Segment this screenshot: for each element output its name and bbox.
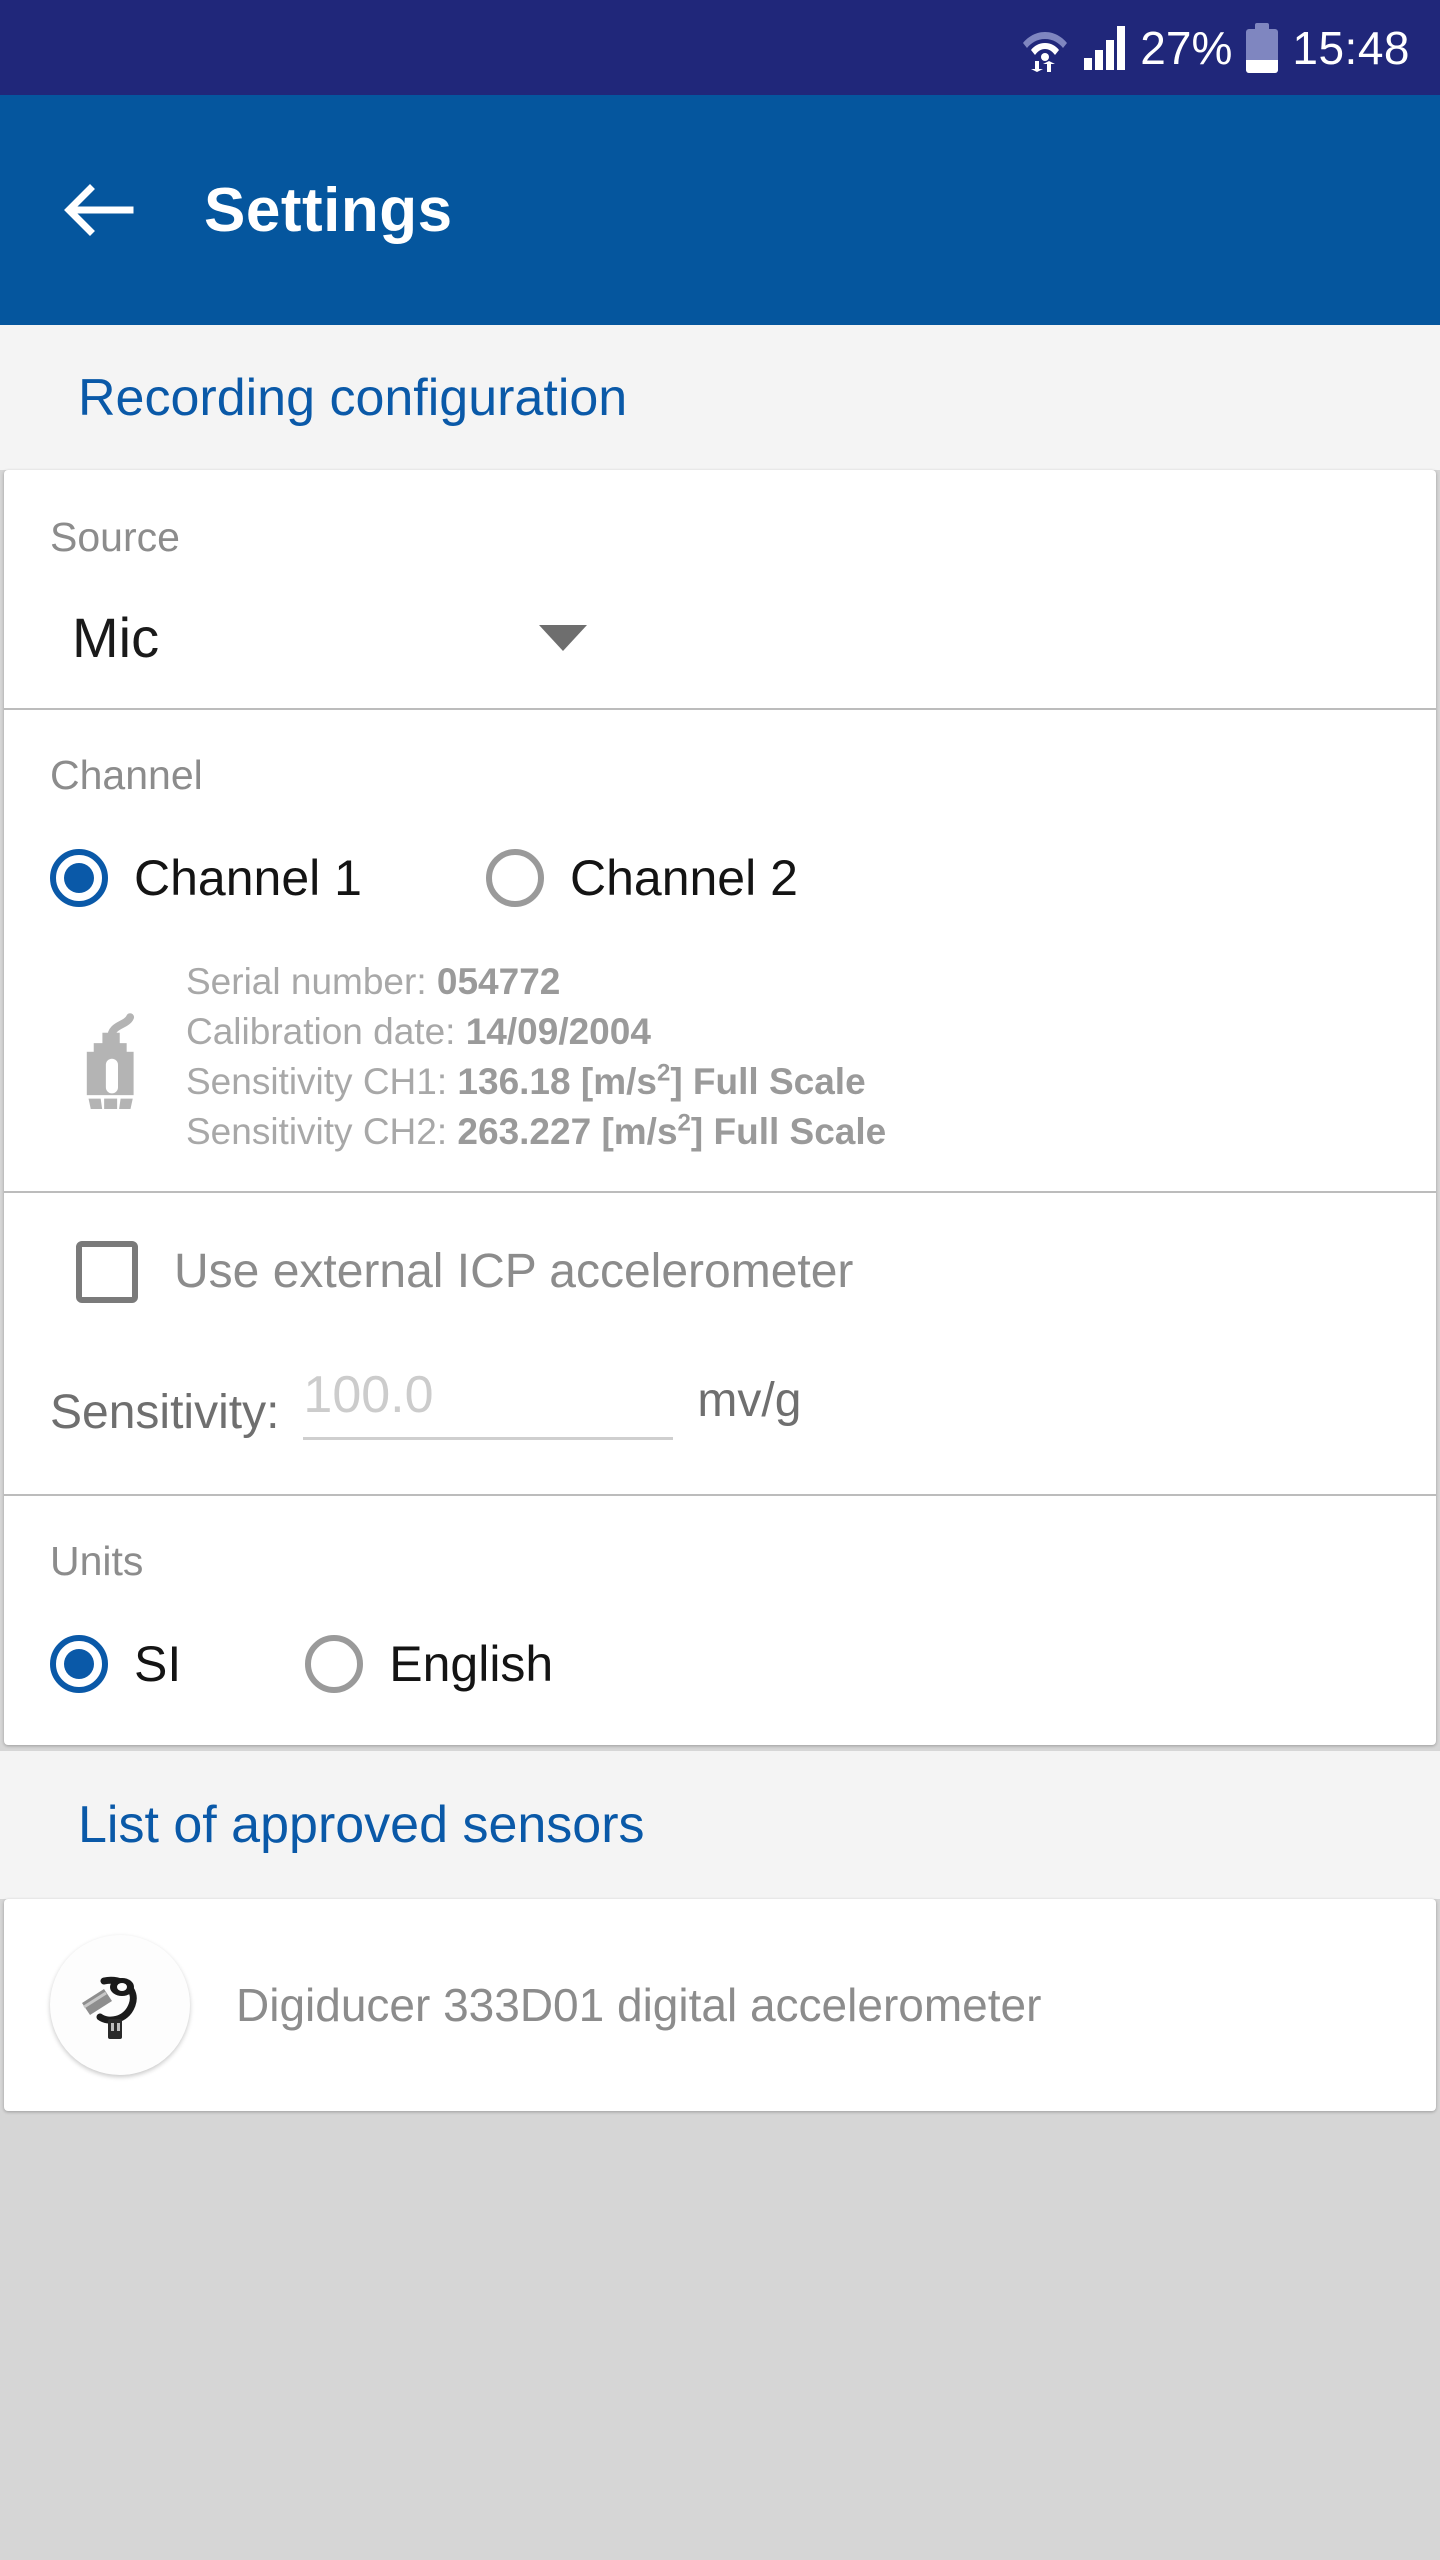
sensitivity-label: Sensitivity: [50,1385,280,1439]
sensitivity-ch1-label: Sensitivity CH1: [186,1060,448,1102]
sensor-name-label: Digiducer 333D01 digital accelerometer [236,1978,1042,2031]
sensor-info-block: Serial number: 054772 Calibration date: … [4,943,1436,1191]
radio-label: Channel 2 [569,850,798,906]
radio-label: Channel 1 [134,850,362,906]
calibration-date-value: 14/09/2004 [465,1010,651,1052]
approved-sensors-header: List of approved sensors [0,1750,1440,1899]
sensitivity-unit-label: mv/g [697,1373,802,1427]
radio-indicator [305,1634,364,1693]
use-external-icp-checkbox-row[interactable]: Use external ICP accelerometer [4,1193,1436,1347]
radio-units-english[interactable]: English [305,1634,554,1693]
units-radio-group: SI English [50,1634,1390,1693]
signal-icon [1082,25,1126,70]
serial-number-line: Serial number: 054772 [186,957,886,1007]
chevron-down-icon[interactable] [539,624,588,651]
status-bar: 27% 15:48 [0,0,1440,95]
units-label: Units [50,1537,144,1584]
serial-number-value: 054772 [436,961,561,1002]
clock-label: 15:48 [1292,21,1410,74]
sensitivity-ch2-suffix: ] Full Scale [690,1110,887,1152]
radio-indicator [485,849,544,907]
calibration-date-line: Calibration date: 14/09/2004 [186,1007,886,1057]
recording-configuration-header: Recording configuration [0,325,1440,470]
radio-label: English [389,1635,554,1692]
source-label: Source [50,514,180,560]
sensitivity-input-row: Sensitivity: 100.0 mv/g [4,1347,1436,1494]
approved-sensors-title: List of approved sensors [78,1795,645,1854]
radio-label: SI [134,1635,182,1692]
approved-sensors-card: Digiducer 333D01 digital accelerometer [4,1898,1436,2111]
units-section: Units SI English [4,1496,1436,1745]
radio-channel-1[interactable]: Channel 1 [50,849,362,907]
back-arrow-icon[interactable] [62,174,134,246]
sensitivity-input[interactable]: 100.0 [303,1365,674,1440]
calibration-date-label: Calibration date: [186,1010,456,1052]
radio-units-si[interactable]: SI [50,1634,182,1693]
sensitivity-ch1-line: Sensitivity CH1: 136.18 [m/s2] Full Scal… [186,1057,886,1107]
settings-content: Recording configuration Source Mic Chann… [0,325,1440,2560]
checkbox-indicator[interactable] [76,1240,138,1303]
recording-configuration-card: Source Mic Channel Channel 1 Channel 2 S… [4,470,1436,1745]
sensitivity-ch2-line: Sensitivity CH2: 263.227 [m/s2] Full Sca… [186,1107,886,1157]
source-selected-value: Mic [72,606,160,669]
sensitivity-ch1-suffix: ] Full Scale [670,1060,866,1102]
usb-accelerometer-photo [50,1934,190,2075]
wifi-icon [1022,24,1068,72]
battery-percent-label: 27% [1140,21,1233,74]
sensitivity-ch1-value: 136.18 [m/s [457,1060,657,1102]
recording-configuration-title: Recording configuration [78,368,628,427]
radio-indicator [50,1634,108,1693]
app-bar: Settings [0,95,1440,325]
accelerometer-icon [50,1005,160,1109]
radio-channel-2[interactable]: Channel 2 [485,849,798,907]
sensitivity-ch2-value: 263.227 [m/s [457,1110,678,1152]
source-section: Source Mic [4,470,1436,708]
sensitivity-placeholder: 100.0 [303,1365,434,1424]
sensitivity-ch1-exponent: 2 [656,1059,671,1087]
use-external-icp-label: Use external ICP accelerometer [174,1245,854,1299]
sensor-detail-lines: Serial number: 054772 Calibration date: … [186,957,886,1157]
channel-label: Channel [50,752,203,798]
page-title: Settings [204,175,453,245]
phone-screen: 27% 15:48 Settings Recording configurati… [0,0,1440,2560]
channel-section: Channel Channel 1 Channel 2 [4,710,1436,943]
source-dropdown[interactable]: Mic [50,605,1390,670]
status-bar-icons [1022,24,1126,72]
radio-indicator [50,849,108,907]
channel-radio-group: Channel 1 Channel 2 [50,849,1390,907]
serial-number-label: Serial number: [186,961,427,1002]
battery-icon [1246,22,1279,73]
list-item[interactable]: Digiducer 333D01 digital accelerometer [4,1899,1436,2111]
sensitivity-ch2-label: Sensitivity CH2: [186,1110,448,1152]
sensitivity-ch2-exponent: 2 [677,1109,691,1137]
